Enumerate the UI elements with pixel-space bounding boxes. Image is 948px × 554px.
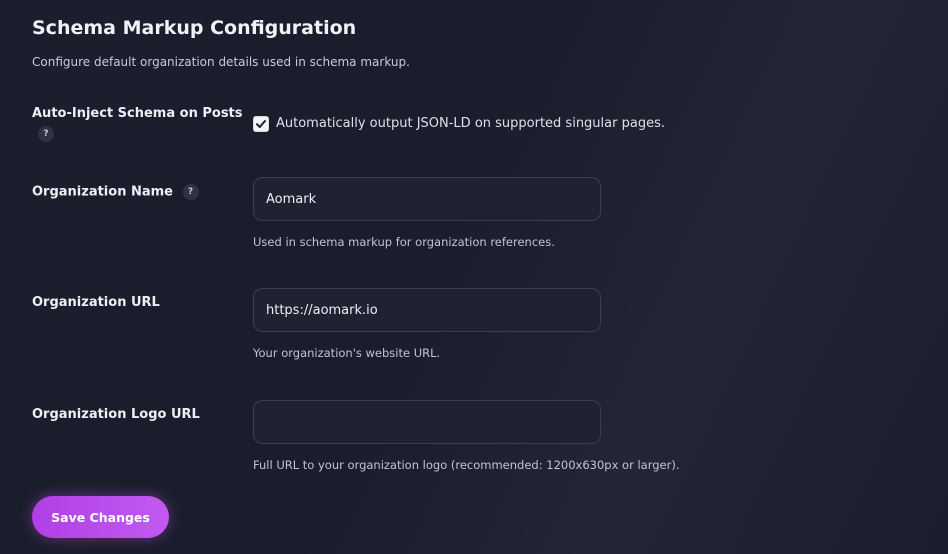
organization-url-description: Your organization's website URL. xyxy=(253,346,441,360)
checkmark-icon xyxy=(256,120,266,128)
page-subtitle: Configure default organization details u… xyxy=(32,55,410,69)
save-changes-button[interactable]: Save Changes xyxy=(32,496,169,538)
organization-logo-url-input[interactable] xyxy=(253,400,601,444)
organization-name-input[interactable] xyxy=(253,177,601,221)
organization-name-label-text: Organization Name xyxy=(32,184,173,200)
auto-inject-help-icon[interactable]: ? xyxy=(38,126,54,142)
auto-inject-checkbox-text: Automatically output JSON-LD on supporte… xyxy=(276,116,665,131)
organization-url-input[interactable] xyxy=(253,288,601,332)
organization-url-label-text: Organization URL xyxy=(32,295,160,310)
auto-inject-label-text: Auto-Inject Schema on Posts xyxy=(32,106,243,121)
organization-logo-url-label-text: Organization Logo URL xyxy=(32,407,200,422)
auto-inject-label: Auto-Inject Schema on Posts xyxy=(32,106,243,121)
auto-inject-checkbox[interactable] xyxy=(253,116,269,132)
organization-logo-url-label: Organization Logo URL xyxy=(32,407,200,422)
organization-name-label: Organization Name ? xyxy=(32,184,199,200)
schema-settings-panel: Schema Markup Configuration Configure de… xyxy=(32,0,932,554)
organization-logo-url-description: Full URL to your organization logo (reco… xyxy=(253,458,680,472)
page-title: Schema Markup Configuration xyxy=(32,17,357,39)
organization-url-label: Organization URL xyxy=(32,295,160,310)
organization-name-help-icon[interactable]: ? xyxy=(182,184,199,200)
organization-name-description: Used in schema markup for organization r… xyxy=(253,235,555,249)
